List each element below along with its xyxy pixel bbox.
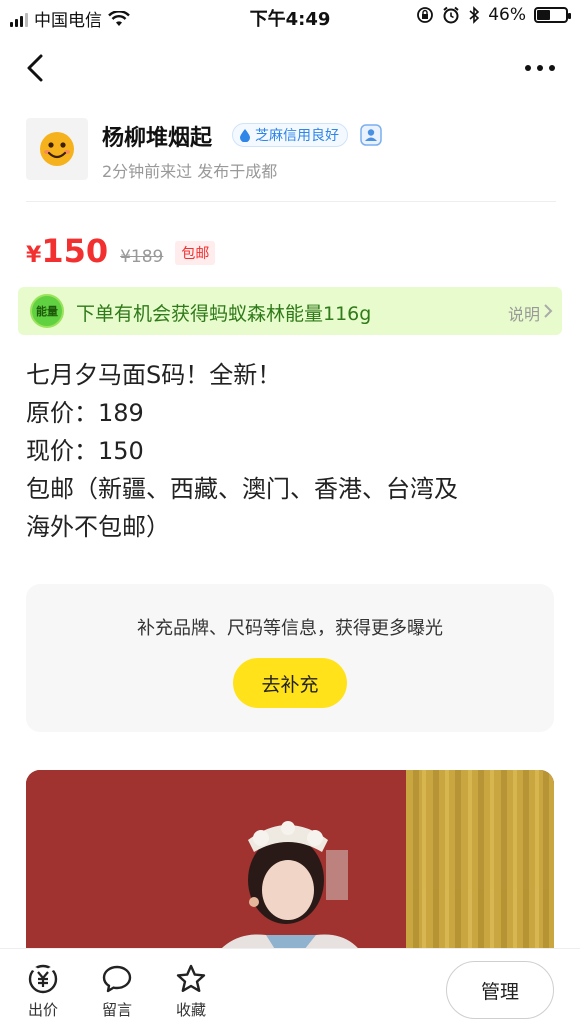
rotation-lock-icon	[417, 7, 434, 23]
description-line: 七月夕马面S码！全新！	[26, 361, 282, 389]
seller-header: 杨柳堆烟起 芝麻信用良好 2分钟前来过 发布于成都	[26, 118, 556, 202]
product-photo[interactable]	[26, 770, 554, 970]
supplement-info-card: 补充品牌、尺码等信息，获得更多曝光 去补充	[26, 584, 554, 732]
energy-text: 下单有机会获得蚂蚁森林能量116g	[76, 303, 372, 325]
supplement-button[interactable]: 去补充	[233, 658, 347, 708]
verified-user-icon[interactable]	[360, 124, 382, 146]
smiley-face-icon	[40, 132, 74, 166]
description-line: 海外不包邮）	[26, 513, 170, 541]
water-drop-icon	[240, 129, 250, 142]
credit-badge[interactable]: 芝麻信用良好	[232, 123, 348, 147]
seller-meta: 2分钟前来过 发布于成都	[102, 162, 278, 181]
price-row: ¥ 150 ¥189 包邮	[26, 232, 216, 272]
chevron-right-icon	[544, 304, 553, 318]
item-description: 七月夕马面S码！全新！ 原价：189 现价：150 包邮（新疆、西藏、澳门、香港…	[26, 356, 556, 546]
supplement-text: 补充品牌、尺码等信息，获得更多曝光	[137, 618, 443, 639]
battery-icon	[534, 7, 571, 23]
energy-badge-icon: 能量	[30, 294, 64, 328]
star-icon	[176, 964, 206, 992]
yuan-circle-icon	[28, 964, 58, 994]
favorite-button[interactable]: 收藏	[166, 963, 216, 1020]
description-line: 原价：189	[26, 399, 144, 427]
bottom-action-bar: 出价 留言 收藏 管理	[0, 948, 580, 1032]
original-price: ¥189	[120, 247, 164, 267]
manage-button[interactable]: 管理	[446, 961, 554, 1019]
credit-badge-label: 芝麻信用良好	[255, 128, 339, 144]
current-price: 150	[41, 232, 109, 270]
battery-level	[537, 10, 550, 20]
ant-forest-energy-banner[interactable]: 能量 下单有机会获得蚂蚁森林能量116g 说明	[18, 287, 562, 335]
comment-bubble-icon	[102, 965, 132, 993]
status-bar: 中国电信 下午4:49 46%	[0, 0, 580, 34]
comment-button[interactable]: 留言	[92, 963, 142, 1020]
alarm-icon	[443, 6, 459, 24]
more-options-icon[interactable]	[520, 56, 560, 80]
battery-percent: 46%	[488, 5, 526, 25]
bid-label: 出价	[27, 1001, 58, 1019]
energy-explain-link[interactable]: 说明	[508, 301, 540, 325]
seller-name[interactable]: 杨柳堆烟起	[102, 120, 212, 152]
status-right: 46%	[416, 5, 571, 25]
description-line: 包邮（新疆、西藏、澳门、香港、台湾及	[26, 475, 458, 503]
avatar[interactable]	[26, 118, 88, 180]
bluetooth-icon	[469, 6, 480, 24]
product-photo-image	[26, 770, 554, 970]
price-currency: ¥	[26, 243, 42, 268]
bid-button[interactable]: 出价	[18, 963, 68, 1020]
description-line: 现价：150	[26, 437, 144, 465]
comment-label: 留言	[101, 1001, 132, 1019]
free-shipping-tag: 包邮	[175, 241, 216, 265]
favorite-label: 收藏	[175, 1001, 206, 1019]
back-arrow-icon[interactable]	[20, 50, 50, 86]
